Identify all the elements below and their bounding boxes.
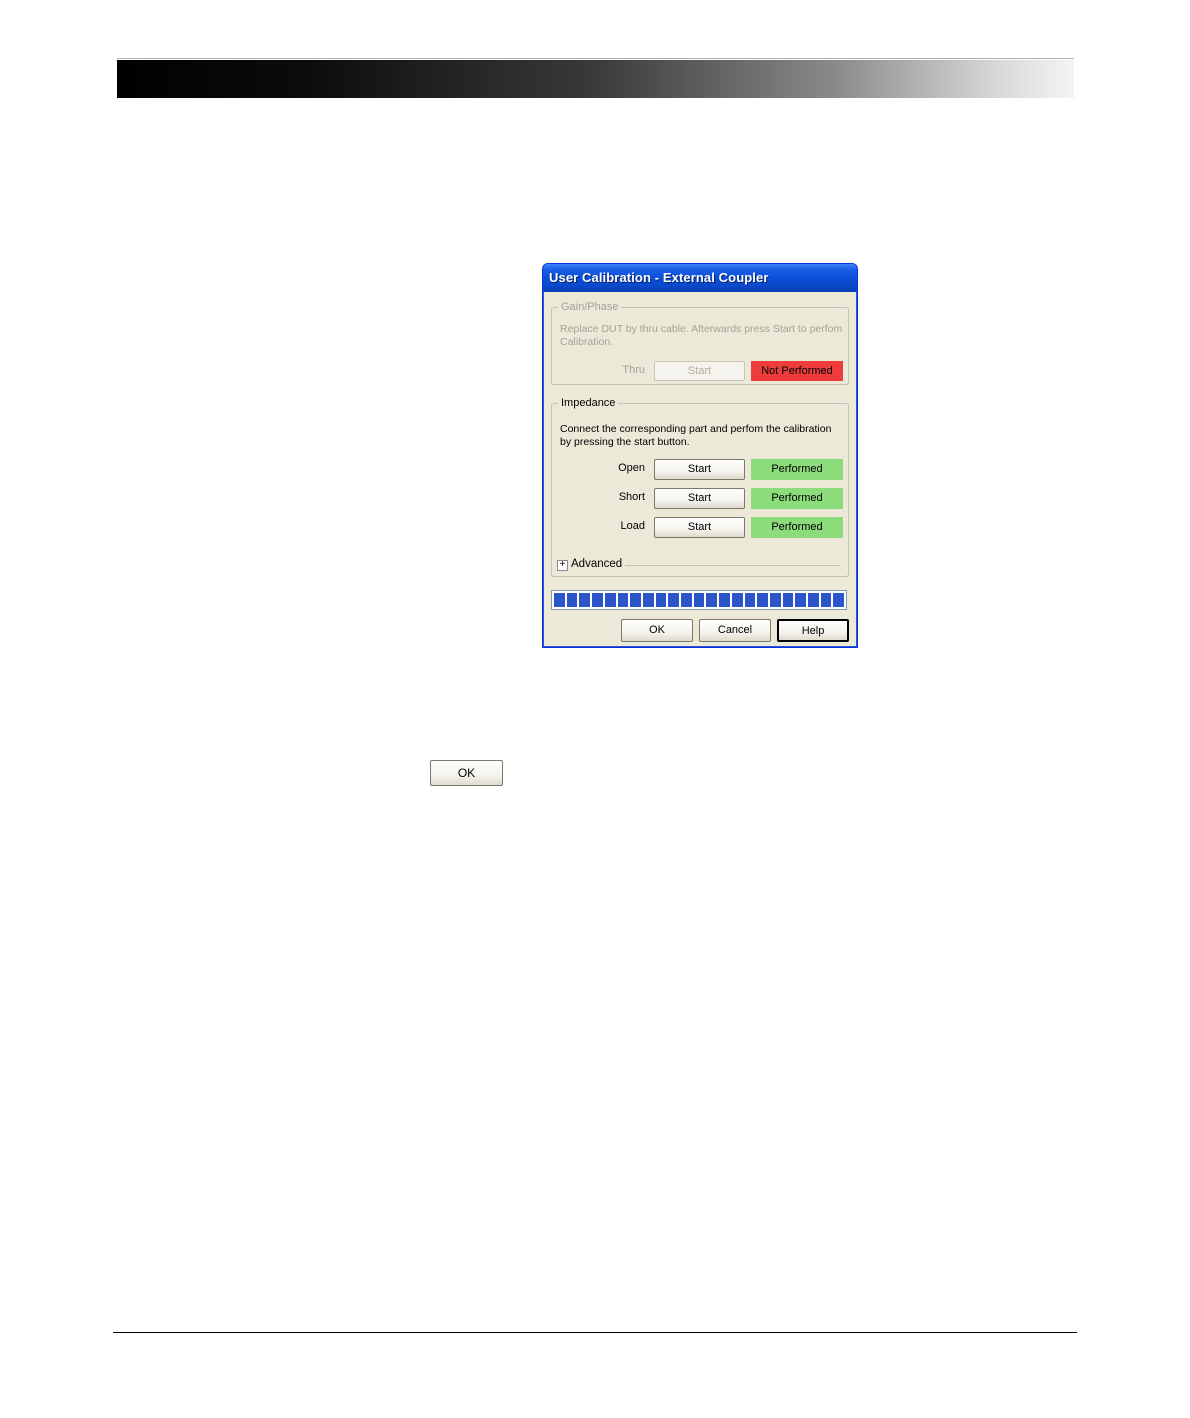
- calibration-progress-bar: [551, 590, 847, 610]
- load-label: Load: [620, 520, 645, 532]
- progress-segment: [833, 593, 845, 607]
- advanced-expander[interactable]: + Advanced: [557, 558, 842, 573]
- gain-phase-legend: Gain/Phase: [561, 301, 619, 313]
- progress-segment: [719, 593, 730, 607]
- progress-fill: [554, 593, 845, 607]
- ok-button[interactable]: OK: [621, 619, 693, 642]
- progress-segment: [782, 593, 794, 607]
- thru-start-button[interactable]: Start: [654, 361, 745, 381]
- progress-segment: [617, 593, 629, 607]
- load-start-button[interactable]: Start: [654, 517, 745, 538]
- progress-segment: [681, 593, 692, 607]
- progress-segment: [630, 593, 641, 607]
- impedance-description: Connect the corresponding part and perfo…: [560, 423, 832, 448]
- progress-segment: [592, 593, 603, 607]
- load-status-badge: Performed: [751, 517, 843, 538]
- thru-label: Thru: [622, 364, 645, 376]
- short-status-badge: Performed: [751, 488, 843, 509]
- progress-segment: [757, 593, 768, 607]
- short-label: Short: [618, 491, 645, 503]
- progress-segment: [731, 593, 743, 607]
- progress-segment: [693, 593, 705, 607]
- header-rule: [117, 58, 1074, 59]
- dialog-titlebar[interactable]: User Calibration - External Coupler: [543, 264, 857, 292]
- impedance-legend: Impedance: [561, 397, 616, 409]
- progress-segment: [706, 593, 718, 607]
- calibration-dialog: User Calibration - External Coupler Gain…: [542, 263, 858, 648]
- inline-ok-button[interactable]: OK: [430, 760, 503, 786]
- progress-segment: [655, 593, 667, 607]
- progress-segment: [769, 593, 781, 607]
- cancel-button[interactable]: Cancel: [699, 619, 771, 642]
- footer-rule: [113, 1332, 1077, 1333]
- help-button[interactable]: Help: [777, 619, 849, 642]
- impedance-group: Impedance Connect the corresponding part…: [551, 397, 849, 577]
- progress-segment: [795, 593, 807, 607]
- progress-segment: [554, 593, 565, 607]
- open-status-badge: Performed: [751, 459, 843, 480]
- progress-segment: [808, 593, 819, 607]
- short-start-button[interactable]: Start: [654, 488, 745, 509]
- progress-segment: [744, 593, 756, 607]
- thru-status-badge: Not Performed: [751, 361, 843, 381]
- progress-segment: [642, 593, 654, 607]
- progress-segment: [566, 593, 578, 607]
- dialog-title: User Calibration - External Coupler: [549, 270, 769, 285]
- open-start-button[interactable]: Start: [654, 459, 745, 480]
- expand-plus-icon[interactable]: +: [557, 560, 568, 571]
- open-label: Open: [618, 462, 645, 474]
- progress-segment: [604, 593, 616, 607]
- progress-segment: [668, 593, 680, 607]
- advanced-label[interactable]: Advanced: [571, 558, 622, 570]
- header-gradient-bar: [117, 60, 1074, 98]
- gain-phase-group: Gain/Phase Replace DUT by thru cable. Af…: [551, 301, 849, 385]
- progress-segment: [579, 593, 591, 607]
- progress-segment: [820, 593, 832, 607]
- gain-phase-description: Replace DUT by thru cable. Afterwards pr…: [560, 323, 843, 348]
- advanced-divider: [625, 565, 840, 566]
